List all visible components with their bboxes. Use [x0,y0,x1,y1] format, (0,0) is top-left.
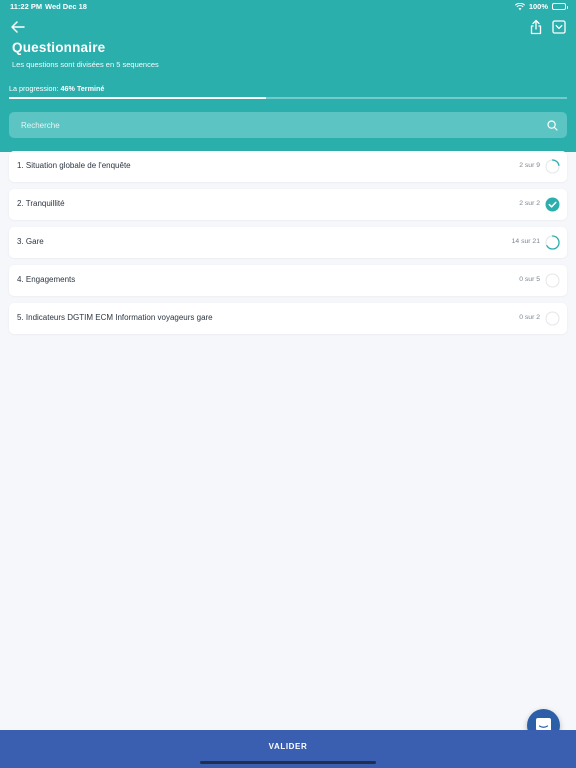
section-count: 2 sur 9 [519,162,540,169]
page-title: Questionnaire [12,40,106,55]
progress-ring-icon [545,159,560,174]
footer: VALIDER [0,730,576,768]
section-label: 2. Tranquillité [17,199,65,208]
wifi-icon [514,2,525,10]
progress-value: 46% Terminé [60,84,105,93]
battery-icon [552,3,568,10]
progress-ring-icon [545,311,560,326]
section-count: 0 sur 2 [519,314,540,321]
share-icon[interactable] [528,19,544,35]
battery-percent: 100% [528,2,548,11]
section-label: 1. Situation globale de l'enquête [17,161,131,170]
section-count: 14 sur 21 [511,238,540,245]
progress-ring-icon [545,235,560,250]
section-label: 5. Indicateurs DGTIM ECM Information voy… [17,313,213,322]
section-item[interactable]: 2. Tranquillité 2 sur 2 [9,189,567,220]
status-bar: 11:22 PM Wed Dec 18 100% [10,2,568,14]
progress-bar-fill [9,97,266,99]
status-time: 11:22 PM [10,2,43,11]
check-icon [545,197,560,212]
page-subtitle: Les questions sont divisées en 5 sequenc… [12,60,159,69]
progress-ring-icon [545,273,560,288]
progress-bar [9,97,567,99]
back-arrow-icon[interactable] [10,20,26,34]
search-icon[interactable] [547,120,558,131]
section-item[interactable]: 1. Situation globale de l'enquête 2 sur … [9,151,567,182]
status-right: 100% [514,2,568,11]
progress-prefix: La progression: [9,84,59,93]
section-list: 1. Situation globale de l'enquête 2 sur … [9,151,567,341]
home-indicator [200,761,376,764]
valider-button[interactable]: VALIDER [0,730,576,762]
section-count: 2 sur 2 [519,200,540,207]
section-count: 0 sur 5 [519,276,540,283]
status-date: Wed Dec 18 [45,2,87,11]
search-input[interactable] [9,112,567,138]
dropdown-box-icon[interactable] [552,20,566,34]
section-item[interactable]: 3. Gare 14 sur 21 [9,227,567,258]
search-bar[interactable] [9,112,567,138]
section-item[interactable]: 4. Engagements 0 sur 5 [9,265,567,296]
progress-label: La progression: 46% Terminé [9,84,104,93]
section-label: 4. Engagements [17,275,76,284]
header: 11:22 PM Wed Dec 18 100% Questionnaire L… [0,0,576,152]
section-label: 3. Gare [17,237,44,246]
section-item[interactable]: 5. Indicateurs DGTIM ECM Information voy… [9,303,567,334]
